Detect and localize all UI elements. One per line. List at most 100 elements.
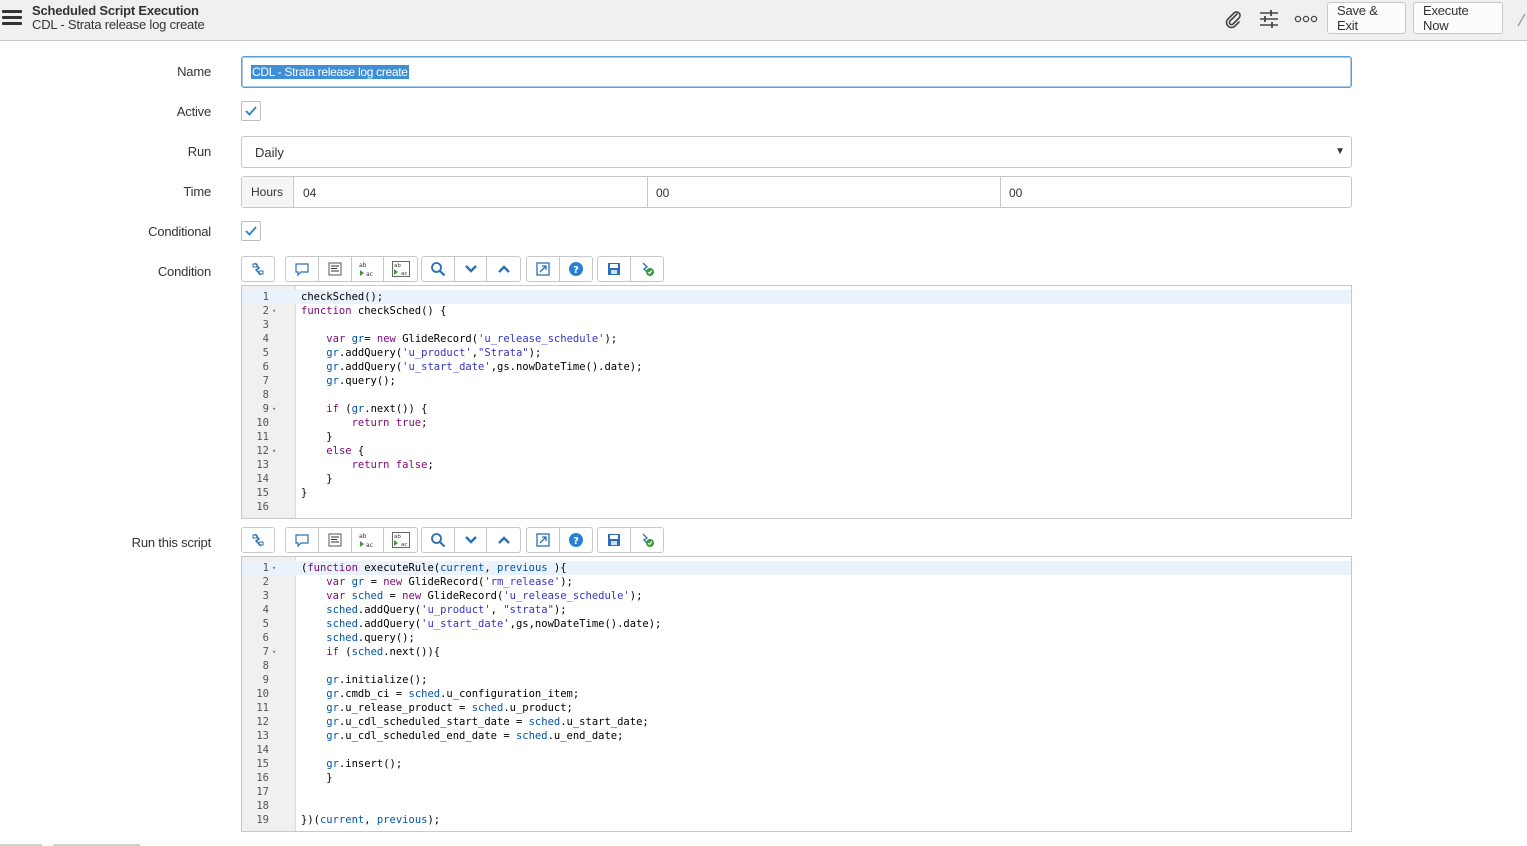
code-line[interactable]: 15} xyxy=(242,486,1351,500)
replace-icon[interactable]: ab ac xyxy=(352,528,385,552)
code-line[interactable]: 8 xyxy=(242,388,1351,402)
code-text: gr.u_cdl_scheduled_end_date = sched.u_en… xyxy=(326,730,624,742)
fold-icon[interactable]: ▾ xyxy=(272,561,276,575)
paperclip-icon[interactable] xyxy=(1221,8,1245,30)
code-line[interactable]: 13 return false; xyxy=(242,458,1351,472)
code-line[interactable]: 2 var gr = new GlideRecord('rm_release')… xyxy=(242,575,1351,589)
fold-icon[interactable]: ▾ xyxy=(272,444,276,458)
code-line[interactable]: 9 ▾ if (gr.next()) { xyxy=(242,402,1351,416)
code-line[interactable]: 2 ▾ function checkSched() { xyxy=(242,304,1351,318)
code-line[interactable]: 10 gr.cmdb_ci = sched.u_configuration_it… xyxy=(242,687,1351,701)
code-line[interactable]: 10 return true; xyxy=(242,416,1351,430)
code-line[interactable]: 1 ▾ (function executeRule(current, previou… xyxy=(242,561,1351,575)
line-number: 12 xyxy=(256,716,269,728)
toolbar-group xyxy=(597,256,664,282)
code-line[interactable]: 6 sched.query(); xyxy=(242,631,1351,645)
toggle-syntax-icon[interactable] xyxy=(242,528,274,552)
code-line[interactable]: 12 ▾ else { xyxy=(242,444,1351,458)
code-line[interactable]: 3 var sched = new GlideRecord('u_release… xyxy=(242,589,1351,603)
svg-text:?: ? xyxy=(573,265,579,276)
replace-icon[interactable]: ab ac xyxy=(352,257,385,281)
code-line[interactable]: 18 xyxy=(242,799,1351,813)
fold-icon[interactable]: ▾ xyxy=(272,645,276,659)
replace-all-icon[interactable]: ab ac xyxy=(384,528,417,552)
menu-icon[interactable] xyxy=(2,10,22,26)
code-line[interactable]: 14 xyxy=(242,743,1351,757)
more-icon[interactable] xyxy=(1294,8,1318,30)
replace-all-icon[interactable]: ab ac xyxy=(384,257,417,281)
line-number: 8 xyxy=(262,660,269,672)
chevron-down-icon: ▼ xyxy=(1335,146,1345,157)
code-line[interactable]: 11 } xyxy=(242,430,1351,444)
find-previous-icon[interactable] xyxy=(487,257,520,281)
script-debugger-icon[interactable] xyxy=(631,528,664,552)
fullscreen-icon[interactable] xyxy=(527,528,560,552)
svg-text:?: ? xyxy=(573,536,579,547)
code-line[interactable]: 19})(current, previous); xyxy=(242,813,1351,827)
active-checkbox[interactable] xyxy=(241,101,261,121)
hours-input[interactable]: 04 xyxy=(295,177,647,207)
svg-text:ab: ab xyxy=(394,534,401,540)
comment-icon[interactable] xyxy=(286,257,319,281)
save-icon[interactable] xyxy=(598,257,631,281)
fold-icon[interactable]: ▾ xyxy=(272,304,276,318)
code-text: else { xyxy=(326,445,365,457)
run-label: Run xyxy=(187,144,211,159)
code-text: } xyxy=(301,431,333,443)
record-name: CDL - Strata release log create xyxy=(32,17,205,32)
code-line[interactable]: 3 xyxy=(242,318,1351,332)
code-line[interactable]: 11 gr.u_release_product = sched.u_produc… xyxy=(242,701,1351,715)
help-icon[interactable]: ? xyxy=(560,528,593,552)
code-line[interactable]: 1 checkSched(); xyxy=(242,290,1351,304)
code-line[interactable]: 17 xyxy=(242,785,1351,799)
code-line[interactable]: 15 gr.insert(); xyxy=(242,757,1351,771)
sliders-icon[interactable] xyxy=(1257,8,1281,30)
condition-editor[interactable]: 1 checkSched(); 2 ▾ function checkSched() {3… xyxy=(241,285,1352,519)
code-line[interactable]: 13 gr.u_cdl_scheduled_end_date = sched.u… xyxy=(242,729,1351,743)
code-line[interactable]: 12 gr.u_cdl_scheduled_start_date = sched… xyxy=(242,715,1351,729)
fold-icon[interactable]: ▾ xyxy=(272,402,276,416)
format-icon[interactable] xyxy=(319,257,352,281)
help-icon[interactable]: ? xyxy=(560,257,593,281)
code-line[interactable]: 7 ▾ if (sched.next()){ xyxy=(242,645,1351,659)
code-line[interactable]: 5 sched.addQuery('u_start_date',gs,nowDa… xyxy=(242,617,1351,631)
code-line[interactable]: 16 xyxy=(242,500,1351,514)
code-line[interactable]: 16 } xyxy=(242,771,1351,785)
code-line[interactable]: 14 } xyxy=(242,472,1351,486)
code-text: sched.addQuery('u_start_date',gs,nowDate… xyxy=(326,618,662,630)
code-line[interactable]: 5 gr.addQuery('u_product',"Strata"); xyxy=(242,346,1351,360)
code-text: gr.u_cdl_scheduled_start_date = sched.u_… xyxy=(326,716,649,728)
format-icon[interactable] xyxy=(319,528,352,552)
code-line[interactable]: 4 var gr= new GlideRecord('u_release_sch… xyxy=(242,332,1351,346)
execute-now-button[interactable]: Execute Now xyxy=(1413,2,1503,34)
save-icon[interactable] xyxy=(598,528,631,552)
toolbar-group: ? xyxy=(526,527,593,553)
search-icon[interactable] xyxy=(422,528,455,552)
run-select[interactable]: Daily ▼ xyxy=(241,136,1352,168)
search-icon[interactable] xyxy=(422,257,455,281)
line-number: 14 xyxy=(256,473,269,485)
find-next-icon[interactable] xyxy=(455,528,488,552)
comment-icon[interactable] xyxy=(286,528,319,552)
overflow-arrow-icon[interactable] xyxy=(1515,8,1527,30)
save-exit-button[interactable]: Save & Exit xyxy=(1327,2,1406,34)
code-text: gr.query(); xyxy=(326,375,396,387)
code-line[interactable]: 8 xyxy=(242,659,1351,673)
find-previous-icon[interactable] xyxy=(487,528,520,552)
conditional-checkbox[interactable] xyxy=(241,221,261,241)
code-line[interactable]: 7 gr.query(); xyxy=(242,374,1351,388)
active-label: Active xyxy=(176,104,211,119)
script-editor[interactable]: 1 ▾ (function executeRule(current, previou… xyxy=(241,556,1352,832)
script-debugger-icon[interactable] xyxy=(631,257,664,281)
code-line[interactable]: 6 gr.addQuery('u_start_date',gs.nowDateT… xyxy=(242,360,1351,374)
find-next-icon[interactable] xyxy=(455,257,488,281)
code-line[interactable]: 4 sched.addQuery('u_product', "strata"); xyxy=(242,603,1351,617)
toolbar-group: ab ac ab ac xyxy=(285,256,418,282)
minutes-input[interactable]: 00 xyxy=(648,177,1000,207)
toggle-syntax-icon[interactable] xyxy=(242,257,274,281)
fullscreen-icon[interactable] xyxy=(527,257,560,281)
toolbar-group xyxy=(241,256,275,282)
code-line[interactable]: 9 gr.initialize(); xyxy=(242,673,1351,687)
name-input[interactable]: CDL - Strata release log create xyxy=(241,56,1352,88)
seconds-input[interactable]: 00 xyxy=(1001,177,1351,207)
